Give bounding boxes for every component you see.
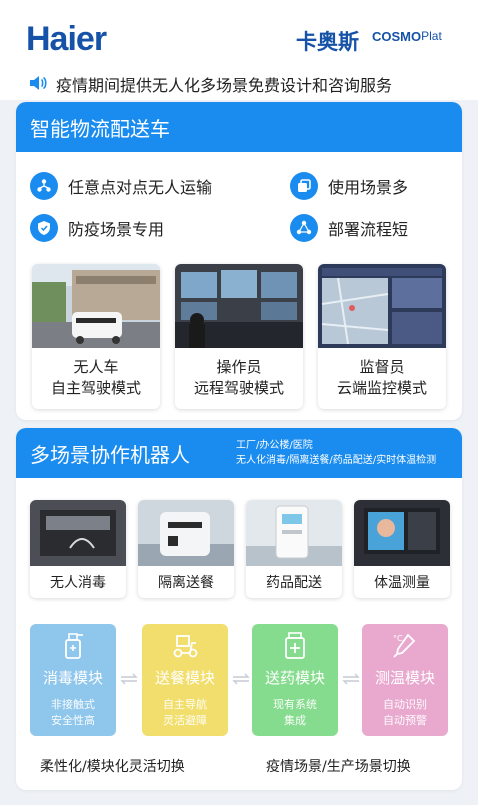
disinfection-robot-photo [30, 500, 126, 566]
robot-card-temperature[interactable]: 体温测量 [354, 500, 450, 598]
shield-icon [30, 214, 58, 242]
network-icon [30, 172, 58, 200]
switch-arrows-icon [120, 673, 138, 685]
copy-icon [290, 172, 318, 200]
robot-label: 体温测量 [374, 575, 430, 591]
mode-title: 操作员 [216, 358, 262, 376]
module-disinfection[interactable]: 消毒模块 非接触式 安全性高 [30, 624, 116, 736]
mode-subtitle: 自主驾驶模式 [50, 379, 141, 397]
feature-item: 部署流程短 [290, 214, 408, 242]
module-desc: 自动预警 [383, 714, 427, 727]
mode-card-unmanned-vehicle[interactable]: 无人车 自主驾驶模式 [32, 264, 160, 409]
module-name: 测温模块 [374, 669, 435, 687]
robots-title: 多场景协作机器人 [30, 443, 190, 467]
robots-card: 多场景协作机器人 工厂/办公楼/医院 无人化消毒/隔离送餐/药品配送/实时体温检… [16, 428, 462, 790]
cosmoplat-logo-text-b: Plat [421, 29, 442, 43]
notice-bar[interactable]: 疫情期间提供无人化多场景免费设计和咨询服务 [0, 66, 478, 100]
robot-label: 隔离送餐 [158, 575, 214, 591]
module-desc: 集成 [284, 714, 306, 727]
module-desc: 安全性高 [51, 714, 95, 727]
cosmoplat-logo-cn[interactable]: 卡奥斯 [296, 26, 359, 56]
medicine-box-icon [285, 632, 305, 659]
header: Haier 卡奥斯 COSMO Plat [0, 0, 478, 70]
thermometer-icon: °C [393, 633, 416, 658]
switch-arrows-icon [342, 673, 360, 685]
module-desc: 自动识别 [383, 698, 427, 711]
mode-subtitle: 云端监控模式 [336, 379, 427, 397]
mode-card-operator[interactable]: 操作员 远程驾驶模式 [175, 264, 303, 409]
temperature-robot-photo [354, 500, 450, 566]
logistics-card: 智能物流配送车 任意点对点无人运输 使用场景多 防疫场景专用 部署流程短 无人车… [16, 102, 462, 420]
logistics-title-bar: 智能物流配送车 [16, 102, 462, 152]
feature-item: 使用场景多 [290, 172, 408, 200]
mode-card-supervisor[interactable]: 监督员 云端监控模式 [318, 264, 446, 409]
module-desc: 灵活避障 [163, 714, 207, 727]
module-desc: 自主导航 [163, 698, 207, 711]
meal-delivery-robot-photo [138, 500, 234, 566]
cosmoplat-logo[interactable]: COSMO Plat [372, 23, 448, 49]
share-icon [290, 214, 318, 242]
unmanned-vehicle-photo [32, 264, 160, 348]
module-temperature[interactable]: °C 测温模块 自动识别 自动预警 [362, 624, 448, 736]
footer-right-caption: 疫情场景/生产场景切换 [266, 759, 411, 775]
module-medicine-delivery[interactable]: 送药模块 现有系统 集成 [252, 624, 338, 736]
robots-subtitle-line1: 工厂/办公楼/医院 [236, 440, 313, 451]
robots-subtitle-line2: 无人化消毒/隔离送餐/药品配送/实时体温检测 [236, 455, 437, 466]
cosmoplat-logo-text-a: COSMO [372, 28, 422, 44]
feature-label: 防疫场景专用 [68, 220, 165, 239]
feature-label: 任意点对点无人运输 [68, 178, 213, 197]
feature-label: 使用场景多 [328, 178, 409, 197]
cloud-monitor-photo [318, 264, 446, 348]
svg-text:°C: °C [393, 634, 403, 643]
robots-subtitle: 工厂/办公楼/医院 无人化消毒/隔离送餐/药品配送/实时体温检测 [236, 438, 436, 468]
robot-card-meal-delivery[interactable]: 隔离送餐 [138, 500, 234, 598]
spray-bottle-icon [65, 633, 83, 659]
robot-label: 无人消毒 [50, 575, 106, 591]
mode-title: 监督员 [359, 358, 405, 376]
medicine-delivery-robot-photo [246, 500, 342, 566]
haier-logo[interactable]: Haier [26, 20, 107, 59]
footer-left-caption: 柔性化/模块化灵活切换 [40, 759, 185, 775]
scooter-icon [173, 635, 198, 658]
switch-arrows-icon [232, 673, 250, 685]
mode-title: 无人车 [73, 358, 119, 376]
remote-operator-photo [175, 264, 303, 348]
module-desc: 非接触式 [51, 698, 95, 711]
module-meal-delivery[interactable]: 送餐模块 自主导航 灵活避障 [142, 624, 228, 736]
robots-title-bar: 多场景协作机器人 工厂/办公楼/医院 无人化消毒/隔离送餐/药品配送/实时体温检… [16, 428, 462, 478]
logistics-title: 智能物流配送车 [30, 117, 170, 141]
module-name: 送餐模块 [154, 669, 215, 687]
robot-card-medicine-delivery[interactable]: 药品配送 [246, 500, 342, 598]
notice-text: 疫情期间提供无人化多场景免费设计和咨询服务 [56, 76, 393, 95]
mode-subtitle: 远程驾驶模式 [193, 379, 284, 397]
feature-item: 任意点对点无人运输 [30, 172, 212, 200]
module-name: 消毒模块 [42, 669, 103, 687]
speaker-icon [30, 76, 47, 90]
module-name: 送药模块 [264, 669, 325, 687]
feature-item: 防疫场景专用 [30, 214, 164, 242]
feature-label: 部署流程短 [328, 220, 409, 239]
module-desc: 现有系统 [273, 698, 317, 711]
robot-card-disinfection[interactable]: 无人消毒 [30, 500, 126, 598]
robot-label: 药品配送 [266, 575, 322, 591]
